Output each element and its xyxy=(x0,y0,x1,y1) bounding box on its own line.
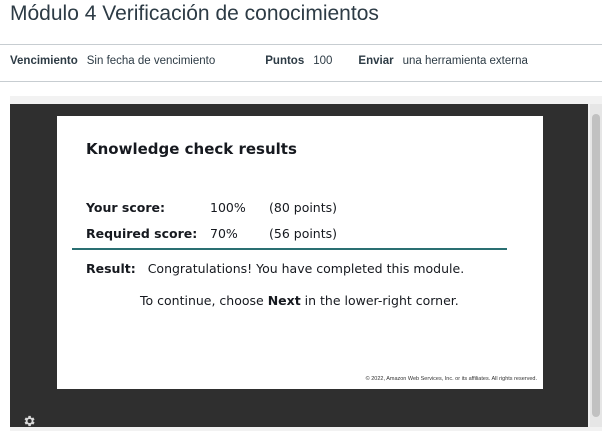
result-label: Result: xyxy=(86,261,136,276)
required-score-percent: 70% xyxy=(210,226,238,241)
required-score-points: (56 points) xyxy=(269,226,338,241)
continue-instruction: To continue, choose Next in the lower-ri… xyxy=(140,293,459,308)
header-divider xyxy=(0,44,602,45)
results-slide: Knowledge check results Your score: 100%… xyxy=(57,116,543,389)
due-value: Sin fecha de vencimiento xyxy=(86,55,216,67)
your-score-label: Your score: xyxy=(86,200,165,215)
results-heading: Knowledge check results xyxy=(86,140,297,158)
submit-label: Enviar xyxy=(358,55,394,67)
your-score-percent: 100% xyxy=(210,200,246,215)
due-label: Vencimiento xyxy=(10,55,78,67)
copyright-notice: © 2022, Amazon Web Services, Inc. or its… xyxy=(365,376,537,382)
assignment-details: Vencimiento Sin fecha de vencimiento Pun… xyxy=(10,55,528,67)
your-score-points: (80 points) xyxy=(269,200,338,215)
result-text: Congratulations! You have completed this… xyxy=(147,261,465,276)
points-value: 100 xyxy=(313,55,333,67)
continue-text-before: To continue, choose xyxy=(140,293,268,308)
continue-text-after: in the lower-right corner. xyxy=(300,293,459,308)
result-row: Result: Congratulations! You have comple… xyxy=(86,261,464,276)
points-label: Puntos xyxy=(265,55,305,67)
required-score-row: Required score: 70% (56 points) xyxy=(86,226,337,241)
next-emphasis: Next xyxy=(267,293,301,308)
external-tool-frame: Knowledge check results Your score: 100%… xyxy=(10,96,602,431)
your-score-row: Your score: 100% (80 points) xyxy=(86,200,337,215)
gear-icon[interactable] xyxy=(22,414,36,428)
submit-value: una herramienta externa xyxy=(402,55,528,67)
content-player: Knowledge check results Your score: 100%… xyxy=(10,104,588,427)
frame-scrollbar[interactable] xyxy=(590,104,602,427)
scrollbar-thumb[interactable] xyxy=(592,114,600,417)
page-title: Módulo 4 Verificación de conocimientos xyxy=(10,2,379,25)
details-divider xyxy=(0,81,602,82)
results-divider xyxy=(72,248,507,250)
required-score-label: Required score: xyxy=(86,226,198,241)
